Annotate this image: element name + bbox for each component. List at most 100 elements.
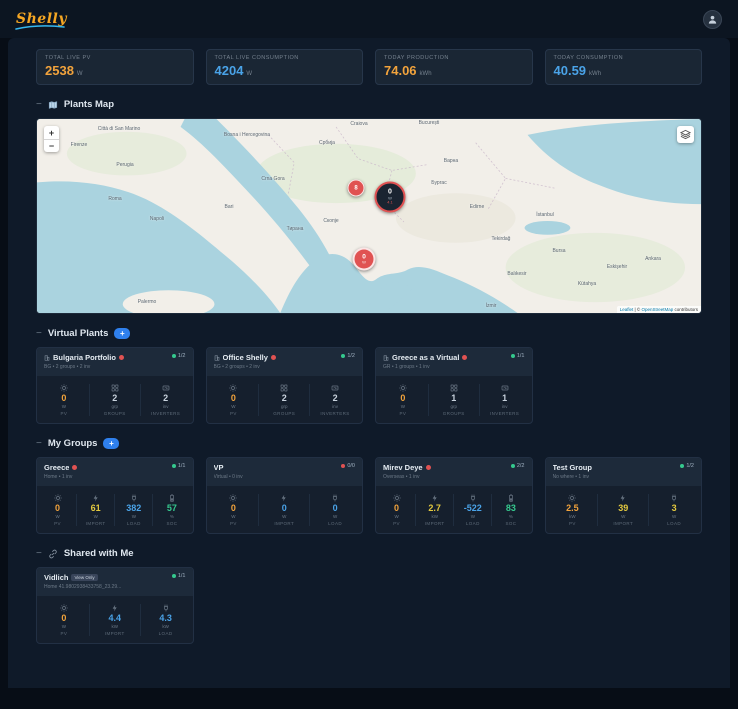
stat-unit: kW [111, 624, 118, 629]
stat-label: LOAD [126, 520, 141, 526]
stat-unit: W [61, 404, 67, 409]
shelly-logo[interactable]: Shelly [15, 11, 67, 30]
card-stat: 0 W PV [39, 384, 89, 416]
map-marker[interactable]: 0 W 4.1 [374, 181, 406, 213]
sun-icon [60, 384, 68, 392]
plant-card[interactable]: Greece Home • 1 inv 1/1 0 W PV 61 W IMPORT 382 W LO… [36, 457, 194, 534]
stat-value: 0 [61, 613, 67, 623]
stat-unit: kW [431, 514, 438, 519]
stats-row: TOTAL LIVE PV 2538 W TOTAL LIVE CONSUMPTION… [36, 49, 702, 85]
card-stat: 1 inv INVERTERS [478, 384, 530, 416]
status-text: 1/2 [347, 353, 355, 359]
stat-label: TODAY PRODUCTION [384, 55, 449, 61]
map-place-label: İzmir [485, 303, 497, 309]
section-title: Virtual Plants [47, 328, 109, 339]
plant-card[interactable]: Office Shelly BG • 2 groups • 2 inv 1/2 0 W P… [205, 347, 363, 424]
map-tiles [37, 119, 701, 313]
sun-icon [229, 494, 238, 502]
stat-unit: inv [162, 404, 169, 409]
plant-card[interactable]: Mirev Deye Overseas • 1 inv 2/2 0 W PV 2.7 kW IM… [375, 457, 533, 534]
bolt-icon [92, 494, 100, 502]
bolt-icon [431, 494, 439, 502]
inverter-icon [331, 384, 339, 392]
card-name: Mirev Deye [383, 463, 423, 472]
map-marker[interactable]: 8 [347, 179, 365, 197]
inverter-icon [162, 384, 170, 392]
leaflet-link[interactable]: Leaflet [620, 307, 634, 312]
card-body: 0 W PV 2 grp GROUPS 2 inv INVERTERS [207, 376, 363, 423]
card-status: 1/2 [680, 463, 694, 469]
stat-value: 4.4 [108, 613, 121, 623]
plug-icon [162, 604, 170, 612]
stat-unit: % [508, 514, 513, 519]
collapse-icon[interactable]: − [36, 328, 42, 339]
map-place-label: Ankara [645, 256, 661, 262]
status-text: 1/1 [516, 353, 525, 359]
stat-value: 4.3 [159, 613, 172, 623]
stat-label: PV [569, 520, 576, 526]
stat-label: SOC [505, 520, 517, 526]
card-stat: 39 W IMPORT [597, 494, 648, 526]
plant-card[interactable]: Bulgaria Portfolio BG • 2 groups • 2 inv 1… [36, 347, 194, 424]
osm-link[interactable]: OpenStreetMap [641, 307, 673, 312]
stat-label: PV [230, 520, 237, 526]
card-header: Vidlich View Only Home 41.9802938433758_23… [37, 568, 193, 596]
stat-value: 2.5 [566, 503, 579, 513]
layers-control[interactable] [677, 126, 694, 143]
sun-icon [53, 494, 62, 502]
link-icon [48, 549, 58, 559]
stat-value: 382 [126, 503, 142, 513]
map-place-label: Tekirdağ [491, 236, 511, 242]
card-name: Test Group [552, 463, 592, 472]
plants-map[interactable]: Città di San Marino Firenze Perugia Roma Nap… [36, 118, 702, 314]
collapse-icon[interactable]: − [36, 438, 42, 449]
stat-unit: W [131, 514, 136, 519]
zoom-control: + − [44, 126, 59, 152]
stat-value: 61 [90, 503, 101, 513]
stat-card: TODAY PRODUCTION 74.06 kWh [375, 49, 533, 85]
stat-label: TOTAL LIVE CONSUMPTION [214, 55, 299, 61]
status-dot [341, 464, 346, 468]
card-subtitle: Home • 1 inv [44, 474, 73, 480]
status-text: 1/1 [177, 573, 186, 579]
stat-value: 40.59 [553, 63, 587, 78]
stat-unit: inv [501, 404, 508, 409]
collapse-icon[interactable]: − [36, 99, 42, 110]
status-dot [171, 354, 176, 358]
stat-label: INVERTERS [489, 410, 520, 416]
card-subtitle: No where • 1 inv [552, 474, 590, 480]
stat-label: LOAD [158, 630, 173, 636]
card-name: Bulgaria Portfolio [53, 353, 116, 362]
add-group-button[interactable]: + [103, 438, 120, 449]
stat-label: PV [230, 410, 237, 416]
status-dot [341, 354, 346, 358]
navbar: Shelly [0, 0, 738, 38]
card-header: Bulgaria Portfolio BG • 2 groups • 2 inv 1… [37, 348, 193, 376]
stat-unit: kW [162, 624, 169, 629]
plants-map-header: − Plants Map [36, 99, 702, 110]
collapse-icon[interactable]: − [36, 548, 42, 559]
stat-label: GROUPS [103, 410, 126, 416]
map-place-label: Kütahya [577, 281, 597, 287]
stat-label: IMPORT [424, 520, 445, 526]
add-virtual-plant-button[interactable]: + [114, 328, 131, 339]
zoom-out-button[interactable]: − [44, 139, 59, 152]
sun-icon [399, 384, 407, 392]
content-panel: TOTAL LIVE PV 2538 W TOTAL LIVE CONSUMPTION… [8, 38, 730, 688]
map-place-label: Bursa [552, 248, 566, 254]
plant-card[interactable]: Greece as a Virtual GR • 1 groups • 1 inv… [375, 347, 533, 424]
stat-value: 0 [394, 503, 400, 513]
building-icon [44, 355, 50, 361]
stat-label: SOC [166, 520, 178, 526]
map-marker[interactable]: 0W [352, 247, 376, 271]
plant-card[interactable]: Test Group No where • 1 inv 1/2 2.5 kW PV 39 W I… [544, 457, 702, 534]
plant-card[interactable]: Vidlich View Only Home 41.9802938433758_23… [36, 567, 194, 644]
status-text: 1/2 [177, 353, 186, 359]
user-avatar[interactable] [703, 9, 722, 29]
card-name: Greece as a Virtual [392, 353, 460, 362]
stat-label: IMPORT [274, 520, 295, 526]
card-stat: 0 W PV [209, 494, 259, 526]
stat-value: 57 [166, 503, 177, 513]
plant-card[interactable]: VP Virtual • 0 inv 0/0 0 W PV 0 W IMPORT 0 W LOAD [205, 457, 363, 534]
zoom-in-button[interactable]: + [44, 126, 59, 139]
